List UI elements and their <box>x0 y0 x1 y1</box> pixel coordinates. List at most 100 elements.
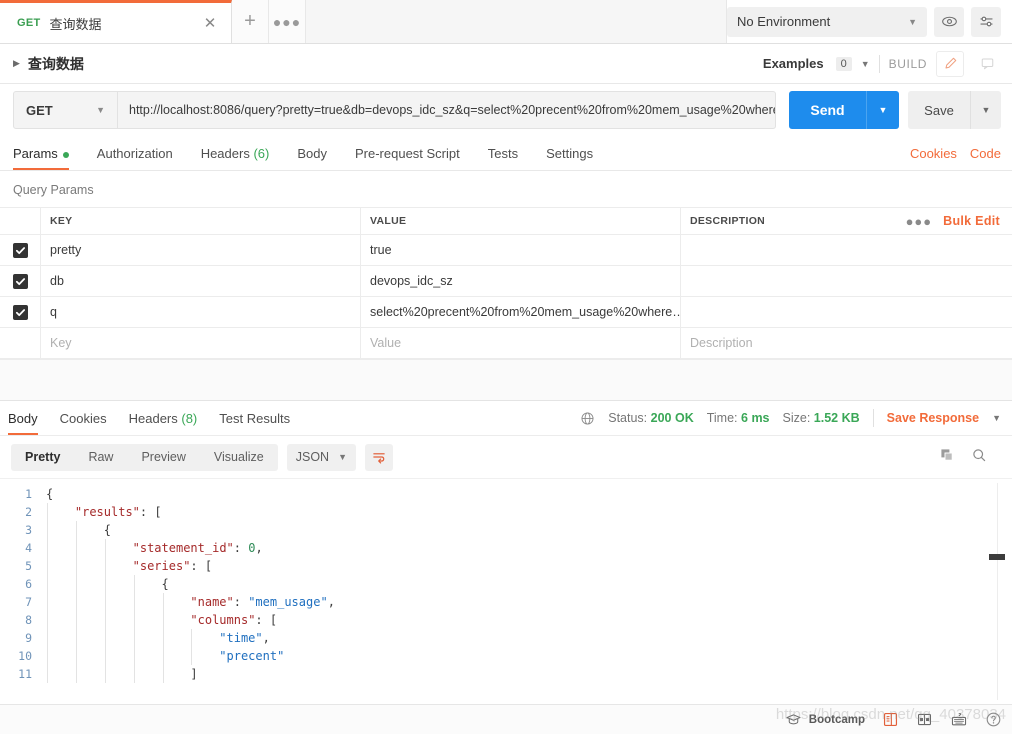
table-row[interactable]: pretty true <box>0 235 1012 266</box>
comment-icon <box>981 58 993 70</box>
tab-headers[interactable]: Headers (6) <box>201 146 270 170</box>
json-line: 4 "statement_id": 0, <box>0 539 1012 557</box>
tab-authorization[interactable]: Authorization <box>97 146 173 170</box>
json-line-number: 2 <box>25 505 32 519</box>
response-type-selector[interactable]: JSON ▼ <box>286 443 356 471</box>
new-param-description-input[interactable]: Description <box>680 328 1012 358</box>
json-token-p: { <box>161 577 169 591</box>
tab-strip: GET 查询数据 ✕ + ●●● No Environment ▼ <box>0 0 1012 44</box>
save-options-button[interactable]: ▼ <box>970 91 1001 129</box>
column-header-description: DESCRIPTION ●●● Bulk Edit <box>680 208 1012 234</box>
chevron-right-icon[interactable]: ▶ <box>13 58 20 69</box>
table-row-empty[interactable]: Key Value Description <box>0 328 1012 359</box>
save-button[interactable]: Save <box>908 91 970 129</box>
url-input[interactable]: http://localhost:8086/query?pretty=true&… <box>118 91 776 129</box>
row-checkbox[interactable] <box>12 273 28 289</box>
keyboard-icon <box>951 712 967 726</box>
word-wrap-button[interactable] <box>365 443 393 471</box>
table-row[interactable]: q select%20precent%20from%20mem_usage%20… <box>0 297 1012 328</box>
response-tab-cookies[interactable]: Cookies <box>60 411 107 435</box>
send-options-button[interactable]: ▼ <box>866 91 899 129</box>
indent-guide <box>133 629 135 647</box>
help-button[interactable] <box>985 711 1002 728</box>
response-tab-test-results[interactable]: Test Results <box>219 411 290 435</box>
column-header-value: VALUE <box>360 208 680 234</box>
param-description[interactable] <box>680 297 1012 327</box>
save-response-button[interactable]: Save Response <box>887 411 979 425</box>
check-icon <box>15 277 25 285</box>
request-tab-active[interactable]: GET 查询数据 ✕ <box>0 0 232 43</box>
tab-options-button[interactable]: ●●● <box>269 0 306 43</box>
tab-headers-label: Headers <box>200 146 250 161</box>
json-line: 10 "precent" <box>0 647 1012 665</box>
edit-request-button[interactable] <box>936 50 964 77</box>
new-tab-button[interactable]: + <box>232 0 269 43</box>
layout-toggle-button[interactable] <box>916 711 933 728</box>
bulk-edit-link[interactable]: Bulk Edit <box>943 214 1000 228</box>
tab-body[interactable]: Body <box>297 146 327 170</box>
environment-selector[interactable]: No Environment ▼ <box>727 6 927 37</box>
response-scroll-thumb[interactable] <box>989 554 1005 560</box>
indent-guide <box>162 593 164 611</box>
indent-guide <box>104 629 106 647</box>
param-key[interactable]: db <box>40 266 360 296</box>
cookies-link[interactable]: Cookies <box>910 146 957 161</box>
view-preview[interactable]: Preview <box>127 450 199 464</box>
json-line: 5 "series": [ <box>0 557 1012 575</box>
bootcamp-button[interactable]: Bootcamp <box>785 712 865 727</box>
row-checkbox[interactable] <box>12 242 28 258</box>
environment-settings-button[interactable] <box>971 6 1001 37</box>
console-button[interactable] <box>882 711 899 728</box>
view-pretty[interactable]: Pretty <box>11 450 74 464</box>
json-token-p: : [ <box>255 613 278 627</box>
view-visualize[interactable]: Visualize <box>200 450 278 464</box>
response-tab-body[interactable]: Body <box>8 411 38 435</box>
param-description[interactable] <box>680 235 1012 265</box>
send-button[interactable]: Send <box>789 91 866 129</box>
indent-guide <box>75 629 77 647</box>
response-scroll-track[interactable] <box>997 483 998 700</box>
eye-icon <box>941 16 957 27</box>
param-key[interactable]: pretty <box>40 235 360 265</box>
tab-params[interactable]: Params <box>13 146 69 170</box>
check-icon <box>15 246 25 254</box>
tab-settings[interactable]: Settings <box>546 146 593 170</box>
response-tab-headers[interactable]: Headers (8) <box>129 411 198 435</box>
tab-tests[interactable]: Tests <box>488 146 518 170</box>
indent-guide <box>75 575 77 593</box>
copy-button[interactable] <box>939 447 955 468</box>
ellipsis-icon[interactable]: ●●● <box>906 214 933 229</box>
param-value[interactable]: select%20precent%20from%20mem_usage%20wh… <box>360 297 680 327</box>
tab-pre-request-script-label: Pre-request Script <box>354 146 460 161</box>
examples-chevron-down-icon[interactable]: ▼ <box>861 59 870 69</box>
indent-guide <box>162 665 164 683</box>
http-method-selector[interactable]: GET ▼ <box>13 91 118 129</box>
divider <box>878 54 880 73</box>
response-body-viewer[interactable]: 1{2 "results": [3{4 "statement_id": 0, 5 "se… <box>0 478 1012 704</box>
param-description[interactable] <box>680 266 1012 296</box>
param-key[interactable]: q <box>40 297 360 327</box>
build-label[interactable]: BUILD <box>889 57 927 71</box>
close-icon[interactable]: ✕ <box>201 14 219 32</box>
param-value[interactable]: devops_idc_sz <box>360 266 680 296</box>
new-param-value-input[interactable]: Value <box>360 328 680 358</box>
pane-splitter[interactable] <box>0 359 1012 401</box>
comments-button[interactable] <box>973 51 1001 77</box>
json-line-number: 1 <box>25 487 32 501</box>
tab-pre-request-script[interactable]: Pre-request Script <box>355 146 460 170</box>
row-checkbox[interactable] <box>12 304 28 320</box>
json-token-k: "results" <box>74 505 140 519</box>
search-body-button[interactable] <box>971 447 987 468</box>
json-line: 3{ <box>0 521 1012 539</box>
view-raw[interactable]: Raw <box>74 450 127 464</box>
environment-quick-look-button[interactable] <box>934 6 964 37</box>
json-line-content: "results": [ <box>46 503 1012 521</box>
table-header-actions: ●●● Bulk Edit <box>906 214 1012 229</box>
keyboard-shortcuts-button[interactable] <box>950 712 968 727</box>
save-response-chevron-down-icon[interactable]: ▼ <box>992 413 1001 423</box>
json-token-k: "series" <box>132 559 191 573</box>
new-param-key-input[interactable]: Key <box>40 328 360 358</box>
code-link[interactable]: Code <box>970 146 1001 161</box>
param-value[interactable]: true <box>360 235 680 265</box>
table-row[interactable]: db devops_idc_sz <box>0 266 1012 297</box>
